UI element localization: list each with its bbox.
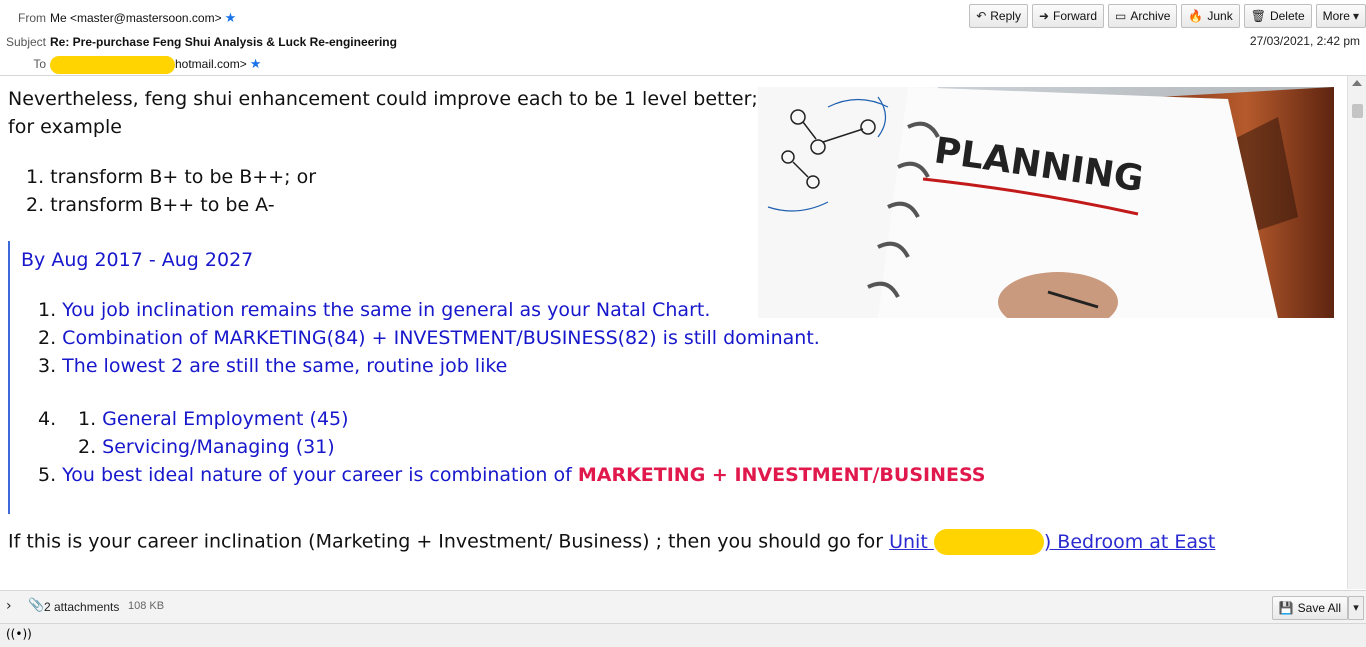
list-item: 1. You job inclination remains the same … xyxy=(38,299,710,321)
more-button[interactable]: More ▾ xyxy=(1315,4,1366,28)
redacted-recipient xyxy=(50,55,175,74)
junk-icon: 🔥 xyxy=(1188,9,1204,23)
message-toolbar: ↶ Reply ➜ Forward ▭ Archive 🔥 Junk 🗑 Delete M… xyxy=(969,4,1366,28)
list-item: 3. The lowest 2 are still the same, rout… xyxy=(38,355,507,377)
save-all-button[interactable]: 💾 Save All xyxy=(1271,596,1348,620)
list-number: 2. xyxy=(78,436,103,458)
star-icon[interactable]: ★ xyxy=(250,56,262,71)
list-text: You best ideal nature of your career is … xyxy=(62,464,578,486)
reply-button[interactable]: ↶ Reply xyxy=(969,4,1028,28)
quote-heading: By Aug 2017 - Aug 2027 xyxy=(21,249,254,271)
list-item: 5. You best ideal nature of your career … xyxy=(38,464,986,486)
chevron-right-icon[interactable]: › xyxy=(6,598,12,614)
list-text: transform B+ to be B++; or xyxy=(50,166,317,188)
attachments-bar: › 📎 2 attachments 108 KB 💾 Save All ▾ xyxy=(0,590,1366,623)
list-text: The lowest 2 are still the same, routine… xyxy=(62,355,508,377)
chevron-down-icon[interactable]: ▾ xyxy=(1348,596,1364,620)
reply-label: Reply xyxy=(990,9,1021,23)
chevron-down-icon: ▾ xyxy=(1352,9,1359,23)
intro-line-2: for example xyxy=(8,116,122,138)
attachments-count[interactable]: 2 attachments xyxy=(44,600,119,614)
save-icon: 💾 xyxy=(1278,601,1294,615)
forward-label: Forward xyxy=(1053,9,1098,23)
attachments-size: 108 KB xyxy=(128,600,165,612)
trash-icon: 🗑 xyxy=(1250,9,1266,23)
more-label: More xyxy=(1322,9,1350,23)
archive-button[interactable]: ▭ Archive xyxy=(1108,4,1178,28)
intro-line-1: Nevertheless, feng shui enhancement coul… xyxy=(8,88,758,110)
delete-label: Delete xyxy=(1269,9,1305,23)
status-bar: ((•)) xyxy=(0,623,1366,647)
list-item: 2. transform B++ to be A- xyxy=(26,194,275,216)
list-number: 3. xyxy=(38,355,63,377)
message-date: 27/03/2021, 2:42 pm xyxy=(1249,34,1360,48)
planning-image: PLANNING xyxy=(758,87,1334,318)
message-body: Nevertheless, feng shui enhancement coul… xyxy=(0,76,1348,589)
redacted-unit xyxy=(933,529,1044,555)
delete-button[interactable]: 🗑 Delete xyxy=(1243,4,1312,28)
junk-label: Junk xyxy=(1207,9,1233,23)
planning-illustration: PLANNING xyxy=(758,87,1334,318)
archive-label: Archive xyxy=(1130,9,1171,23)
list-text: transform B++ to be A- xyxy=(50,194,275,216)
list-text: General Employment (45) xyxy=(102,408,349,430)
to-label: To xyxy=(33,57,46,71)
from-label: From xyxy=(18,11,46,25)
paperclip-icon: 📎 xyxy=(28,598,45,613)
career-paragraph: If this is your career inclination (Mark… xyxy=(8,529,1215,555)
list-text: Servicing/Managing (31) xyxy=(102,436,335,458)
junk-button[interactable]: 🔥 Junk xyxy=(1181,4,1240,28)
list-number: 1. xyxy=(78,408,103,430)
link-prefix: Unit xyxy=(889,530,934,553)
to-row: To hotmail.com> ★ xyxy=(0,54,261,74)
star-icon[interactable]: ★ xyxy=(225,10,237,25)
unit-link[interactable]: Unit ) Bedroom at East xyxy=(889,529,1216,555)
subject-value: Re: Pre-purchase Feng Shui Analysis & Lu… xyxy=(50,35,397,49)
sub-list-item: 2. Servicing/Managing (31) xyxy=(78,436,335,458)
forward-icon: ➜ xyxy=(1038,9,1050,23)
from-row: From Me <master@mastersoon.com> ★ xyxy=(0,8,236,28)
list-number: 1. xyxy=(26,166,51,188)
list-number: 1. xyxy=(38,299,63,321)
body-scrollbar[interactable] xyxy=(1347,76,1366,589)
career-text: If this is your career inclination (Mark… xyxy=(8,530,890,553)
list-item: 1. transform B+ to be B++; or xyxy=(26,166,316,188)
sub-list-item: 1. General Employment (45) xyxy=(78,408,349,430)
reply-icon: ↶ xyxy=(976,9,987,23)
subject-row: Subject Re: Pre-purchase Feng Shui Analys… xyxy=(0,32,397,52)
list-number: 2. xyxy=(38,327,63,349)
scroll-up-arrow-icon[interactable] xyxy=(1352,80,1362,86)
archive-icon: ▭ xyxy=(1115,9,1127,23)
list-number: 4. xyxy=(38,408,57,430)
list-text: Combination of MARKETING(84) + INVESTMEN… xyxy=(62,327,820,349)
from-value[interactable]: Me <master@mastersoon.com> xyxy=(50,11,222,25)
connection-status-icon[interactable]: ((•)) xyxy=(6,627,32,641)
forward-button[interactable]: ➜ Forward xyxy=(1031,4,1105,28)
scrollbar-thumb[interactable] xyxy=(1352,104,1363,118)
quote-bar xyxy=(8,241,10,514)
list-item: 2. Combination of MARKETING(84) + INVEST… xyxy=(38,327,820,349)
to-suffix[interactable]: hotmail.com> xyxy=(175,57,247,71)
list-number: 2. xyxy=(26,194,51,216)
save-all-label: Save All xyxy=(1297,601,1341,615)
highlight-text: MARKETING + INVESTMENT/BUSINESS xyxy=(577,464,986,486)
link-suffix: ) Bedroom at East xyxy=(1043,530,1216,553)
list-text: You job inclination remains the same in … xyxy=(62,299,711,321)
list-number: 5. xyxy=(38,464,63,486)
subject-label: Subject xyxy=(5,35,46,49)
message-header: From Me <master@mastersoon.com> ★ Subject R… xyxy=(0,0,1366,76)
